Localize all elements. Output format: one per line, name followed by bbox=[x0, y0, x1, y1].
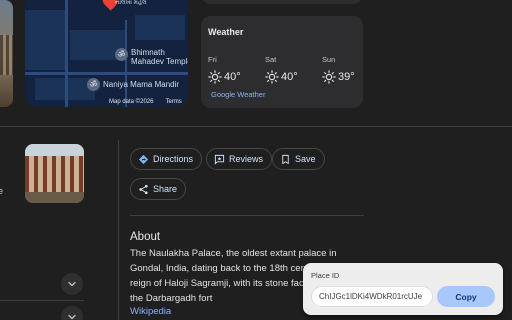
weather-temp: 40° bbox=[281, 71, 298, 83]
wikipedia-link[interactable]: Wikipedia bbox=[130, 306, 171, 317]
chevron-down-icon bbox=[68, 281, 76, 287]
weather-day: Fri 40° bbox=[208, 55, 258, 84]
weather-title: Weather bbox=[208, 27, 244, 37]
copy-button[interactable]: Copy bbox=[437, 286, 495, 307]
place-id-popup: Place ID Copy bbox=[303, 263, 503, 315]
street-photo-left[interactable] bbox=[0, 0, 13, 107]
map-terms-link[interactable]: Terms bbox=[165, 99, 181, 105]
weather-card: Weather Fri 40° Sat 40° Sun 39° Google W… bbox=[201, 16, 363, 108]
bookmark-icon bbox=[282, 154, 289, 164]
photo-building bbox=[25, 156, 84, 192]
weather-temp: 39° bbox=[338, 71, 355, 83]
map-footer: Map data ©2026 Terms bbox=[109, 99, 182, 105]
place-photo-thumbnail[interactable] bbox=[25, 144, 84, 203]
map-attribution: Map data ©2026 bbox=[109, 99, 154, 105]
map-area bbox=[135, 15, 185, 40]
map-road bbox=[65, 0, 68, 107]
sunny-icon bbox=[265, 70, 279, 84]
map-road bbox=[25, 72, 188, 75]
directions-label: Directions bbox=[153, 154, 194, 164]
weather-day-name: Sat bbox=[265, 55, 277, 64]
sunny-icon bbox=[208, 70, 222, 84]
save-button[interactable]: Save bbox=[272, 148, 325, 170]
weather-day: Sun 39° bbox=[322, 55, 372, 84]
map-area bbox=[25, 10, 65, 70]
section-divider bbox=[0, 300, 84, 301]
photo-ground bbox=[25, 192, 84, 203]
map-poi-naniya[interactable]: ॐ Naniya Mama Mandir bbox=[87, 78, 188, 91]
map-preview[interactable]: નૌલખા મહેલ ॐ Bhimnath Mahadev Temple ॐ N… bbox=[25, 0, 188, 107]
expand-button[interactable] bbox=[61, 273, 83, 295]
map-poi-label: Naniya Mama Mandir bbox=[103, 80, 180, 89]
directions-button[interactable]: Directions bbox=[130, 148, 203, 170]
weather-day-name: Fri bbox=[208, 55, 217, 64]
column-divider bbox=[118, 140, 119, 320]
section-divider bbox=[130, 215, 364, 216]
share-icon bbox=[139, 184, 148, 194]
chevron-down-icon bbox=[68, 314, 76, 320]
google-weather-link[interactable]: Google Weather bbox=[211, 90, 265, 99]
reviews-icon bbox=[214, 154, 225, 165]
directions-icon bbox=[138, 154, 149, 164]
map-poi-bhimnath[interactable]: ॐ Bhimnath Mahadev Temple bbox=[115, 48, 188, 66]
section-divider bbox=[0, 126, 512, 127]
reviews-button[interactable]: Reviews bbox=[206, 148, 273, 170]
card-top-edge bbox=[201, 0, 363, 4]
truncated-label: e bbox=[0, 186, 4, 196]
weather-temp: 40° bbox=[224, 71, 241, 83]
share-label: Share bbox=[153, 184, 178, 194]
expand-button[interactable] bbox=[61, 306, 83, 320]
about-heading: About bbox=[130, 231, 161, 243]
temple-icon: ॐ bbox=[87, 78, 100, 91]
map-poi-label: Bhimnath Mahadev Temple bbox=[131, 48, 188, 66]
weather-day-name: Sun bbox=[322, 55, 336, 64]
place-id-label: Place ID bbox=[311, 271, 340, 280]
place-id-field[interactable] bbox=[311, 286, 433, 307]
share-button[interactable]: Share bbox=[130, 178, 187, 200]
map-place-label: નૌલખા મહેલ bbox=[115, 0, 147, 6]
weather-day: Sat 40° bbox=[265, 55, 315, 84]
save-label: Save bbox=[295, 154, 316, 164]
reviews-label: Reviews bbox=[229, 154, 264, 164]
temple-icon: ॐ bbox=[115, 48, 128, 61]
sunny-icon bbox=[322, 70, 336, 84]
